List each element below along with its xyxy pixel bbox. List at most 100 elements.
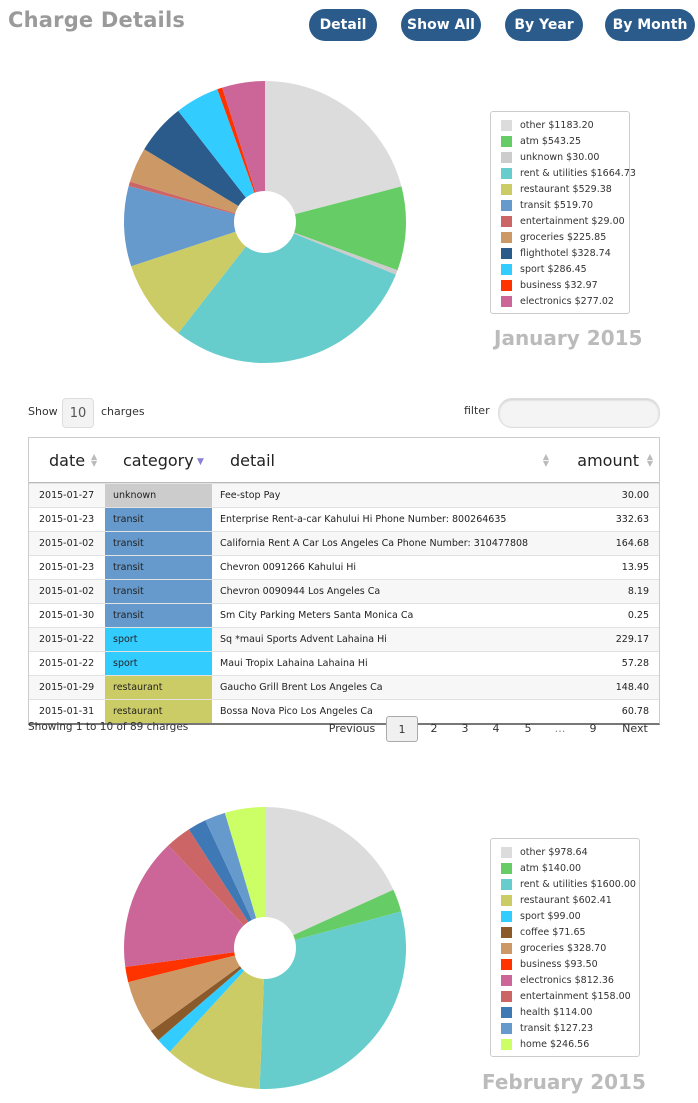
legend-label: home $246.56 (520, 1038, 590, 1050)
legend-swatch (501, 910, 512, 922)
column-date[interactable]: date ▲ ▼ (29, 438, 105, 482)
category-cell: restaurant (105, 676, 212, 699)
filter-label: filter (464, 404, 490, 417)
column-detail[interactable]: detail ▲ ▼ (212, 438, 559, 482)
legend-label: restaurant $602.41 (520, 894, 612, 906)
column-amount[interactable]: amount ▲ ▼ (559, 438, 659, 482)
legend-item: restaurant $602.41 (501, 892, 629, 908)
january-chart-title: January 2015 (494, 326, 643, 350)
category-cell: transit (105, 556, 212, 579)
by-year-button[interactable]: By Year (505, 9, 583, 41)
table-row[interactable]: 2015-01-23 transit Enterprise Rent-a-car K… (29, 507, 659, 531)
legend-swatch (501, 926, 512, 938)
table-row[interactable]: 2015-01-02 transit Chevron 0090944 Los Ang… (29, 579, 659, 603)
table-body: 2015-01-27 unknown Fee-stop Pay 30.00 2015-0… (29, 483, 659, 723)
legend-swatch (501, 942, 512, 954)
legend-label: business $32.97 (520, 279, 598, 291)
page-1-button[interactable]: 1 (386, 716, 418, 742)
previous-button[interactable]: Previous (326, 716, 378, 740)
amount-cell: 164.68 (615, 538, 649, 549)
legend-item: groceries $225.85 (501, 229, 619, 245)
legend-swatch (501, 135, 512, 147)
legend-item: electronics $277.02 (501, 293, 619, 309)
amount-cell: 30.00 (621, 490, 649, 501)
amount-cell: 0.25 (627, 610, 649, 621)
legend-swatch (501, 295, 512, 307)
legend-swatch (501, 151, 512, 163)
table-row[interactable]: 2015-01-02 transit California Rent A Car L… (29, 531, 659, 555)
next-button[interactable]: Next (618, 716, 652, 740)
page-5-button[interactable]: 5 (518, 716, 538, 740)
table-row[interactable]: 2015-01-30 transit Sm City Parking Meters … (29, 603, 659, 627)
table-row[interactable]: 2015-01-22 sport Sq *maui Sports Advent La… (29, 627, 659, 651)
legend-item: groceries $328.70 (501, 940, 629, 956)
page-2-button[interactable]: 2 (424, 716, 444, 740)
amount-cell: 332.63 (615, 514, 649, 525)
page-9-button[interactable]: 9 (583, 716, 603, 740)
legend-item: rent & utilities $1664.73 (501, 165, 636, 181)
charges-label: charges (101, 405, 145, 418)
show-label: Show (28, 405, 58, 418)
legend-label: other $1183.20 (520, 119, 594, 131)
date-cell: 2015-01-02 (39, 586, 95, 597)
filter-input[interactable] (498, 398, 660, 428)
legend-swatch (501, 894, 512, 906)
legend-swatch (501, 862, 512, 874)
detail-cell: Chevron 0091266 Kahului Hi (220, 562, 357, 573)
legend-label: entertainment $158.00 (520, 990, 631, 1002)
amount-cell: 8.19 (627, 586, 649, 597)
legend-swatch (501, 958, 512, 970)
date-cell: 2015-01-23 (39, 514, 95, 525)
page-3-button[interactable]: 3 (455, 716, 475, 740)
by-month-button[interactable]: By Month (605, 9, 695, 41)
legend-label: electronics $277.02 (520, 295, 614, 307)
legend-item: health $114.00 (501, 1004, 629, 1020)
legend-swatch (501, 183, 512, 195)
date-cell: 2015-01-22 (39, 658, 95, 669)
legend-swatch (501, 231, 512, 243)
legend-item: electronics $812.36 (501, 972, 629, 988)
legend-swatch (501, 119, 512, 131)
table-header: date ▲ ▼ category ▼ detail ▲ ▼ amount ▲ ▼ (29, 438, 659, 483)
legend-label: other $978.64 (520, 846, 588, 858)
page-4-button[interactable]: 4 (486, 716, 506, 740)
column-detail-label: detail (230, 450, 275, 470)
detail-cell: Maui Tropix Lahaina Lahaina Hi (220, 658, 368, 669)
page-length-select[interactable]: 10 (62, 398, 94, 428)
column-category[interactable]: category ▼ (105, 438, 212, 482)
date-cell: 2015-01-29 (39, 682, 95, 693)
sort-desc-icon: ▼ (197, 457, 204, 467)
legend-swatch (501, 1006, 512, 1018)
date-cell: 2015-01-22 (39, 634, 95, 645)
detail-cell: Enterprise Rent-a-car Kahului Hi Phone N… (220, 514, 507, 525)
legend-item: unknown $30.00 (501, 149, 619, 165)
detail-button[interactable]: Detail (309, 9, 377, 41)
legend-item: sport $99.00 (501, 908, 629, 924)
category-cell: transit (105, 580, 212, 603)
table-row[interactable]: 2015-01-27 unknown Fee-stop Pay 30.00 (29, 483, 659, 507)
legend-item: other $1183.20 (501, 117, 619, 133)
legend-item: restaurant $529.38 (501, 181, 619, 197)
legend-item: entertainment $29.00 (501, 213, 625, 229)
legend-label: restaurant $529.38 (520, 183, 612, 195)
sort-icon: ▲ ▼ (646, 452, 653, 468)
legend-swatch (501, 1038, 512, 1050)
amount-cell: 13.95 (621, 562, 649, 573)
detail-cell: California Rent A Car Los Angeles Ca Pho… (220, 538, 529, 549)
legend-item: sport $286.45 (501, 261, 619, 277)
table-row[interactable]: 2015-01-23 transit Chevron 0091266 Kahului… (29, 555, 659, 579)
legend-label: health $114.00 (520, 1006, 593, 1018)
legend-label: sport $99.00 (520, 910, 581, 922)
legend-swatch (501, 167, 512, 179)
date-cell: 2015-01-23 (39, 562, 95, 573)
legend-item: coffee $71.65 (501, 924, 629, 940)
pie-center-hole (234, 191, 296, 253)
show-all-button[interactable]: Show All (401, 9, 481, 41)
legend-swatch (501, 1022, 512, 1034)
table-row[interactable]: 2015-01-29 restaurant Gaucho Grill Brent L… (29, 675, 659, 699)
legend-item: flighthotel $328.74 (501, 245, 619, 261)
legend-label: rent & utilities $1600.00 (520, 878, 636, 890)
table-row[interactable]: 2015-01-22 sport Maui Tropix Lahaina Lahai… (29, 651, 659, 675)
sort-icon: ▲ ▼ (91, 452, 98, 468)
legend-item: business $93.50 (501, 956, 629, 972)
